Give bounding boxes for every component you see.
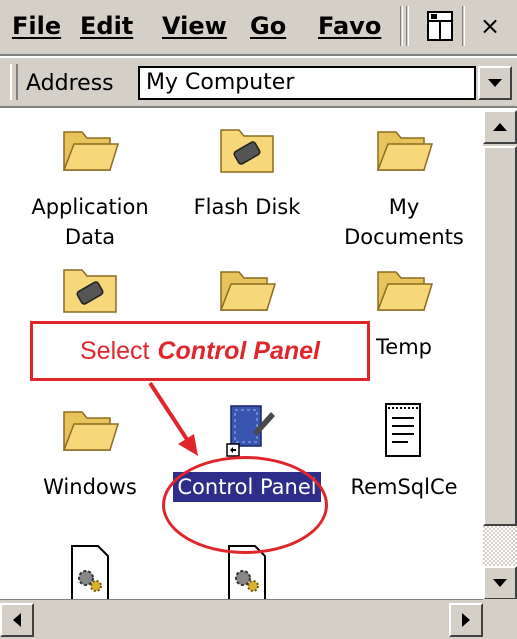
menu-favorites[interactable]: Favo bbox=[318, 12, 381, 40]
scroll-up-button[interactable] bbox=[483, 110, 517, 144]
toolbar-toggle-button[interactable] bbox=[420, 4, 460, 48]
control-panel-icon bbox=[226, 405, 275, 457]
toolbar-grip[interactable] bbox=[10, 64, 18, 100]
arrow-up-icon bbox=[493, 123, 507, 131]
menu-file[interactable]: File bbox=[12, 12, 61, 40]
folder-icon bbox=[62, 411, 120, 451]
chevron-down-icon bbox=[488, 79, 502, 87]
item-label: RemSqlCe bbox=[350, 475, 458, 499]
menu-separator bbox=[462, 6, 465, 46]
folder-icon bbox=[376, 131, 434, 171]
folder-icon bbox=[62, 131, 120, 171]
storage-folder-icon bbox=[220, 129, 274, 173]
arrow-left-icon bbox=[13, 613, 21, 627]
menu-view[interactable]: View bbox=[162, 12, 227, 40]
menu-separator bbox=[400, 6, 403, 46]
file-item[interactable] bbox=[15, 544, 165, 599]
menu-separator bbox=[406, 6, 409, 46]
gear-file-icon bbox=[71, 545, 109, 599]
item-label: Application Data bbox=[31, 195, 149, 249]
horizontal-scrollbar[interactable] bbox=[0, 599, 483, 639]
folder-my-documents[interactable]: My Documents bbox=[329, 122, 479, 252]
address-bar: Address My Computer bbox=[0, 58, 517, 108]
item-label: Windows bbox=[43, 475, 137, 499]
menu-go[interactable]: Go bbox=[250, 12, 286, 40]
scroll-left-button[interactable] bbox=[0, 603, 34, 637]
item-label: Flash Disk bbox=[193, 195, 301, 219]
close-button[interactable]: × bbox=[470, 4, 510, 48]
annotation-highlight-ring bbox=[162, 456, 328, 554]
item-label: My Documents bbox=[344, 195, 464, 249]
folder-flash-disk[interactable]: Flash Disk bbox=[172, 122, 322, 222]
storage-folder-icon bbox=[63, 269, 117, 313]
scrollbar-corner bbox=[483, 599, 517, 639]
scroll-down-button[interactable] bbox=[483, 566, 517, 600]
address-dropdown-button[interactable] bbox=[478, 66, 512, 100]
scroll-thumb[interactable] bbox=[483, 146, 517, 526]
address-label: Address bbox=[26, 71, 114, 96]
document-icon bbox=[385, 403, 421, 457]
folder-application-data[interactable]: Application Data bbox=[15, 122, 165, 252]
menu-edit[interactable]: Edit bbox=[80, 12, 133, 40]
menu-bar: File Edit View Go Favo × bbox=[0, 0, 517, 56]
address-input[interactable]: My Computer bbox=[138, 66, 476, 100]
file-remsqlce[interactable]: RemSqlCe bbox=[329, 402, 479, 502]
folder-icon bbox=[376, 271, 434, 311]
arrow-right-icon bbox=[462, 613, 470, 627]
arrow-down-icon bbox=[493, 579, 507, 587]
vertical-scrollbar[interactable] bbox=[483, 110, 517, 600]
scroll-track[interactable] bbox=[483, 526, 517, 566]
scroll-right-button[interactable] bbox=[449, 603, 483, 637]
annotation-target: Control Panel bbox=[157, 336, 320, 365]
annotation-prefix: Select bbox=[80, 336, 150, 365]
close-icon: × bbox=[479, 12, 501, 40]
folder-icon bbox=[219, 271, 277, 311]
folder-windows[interactable]: Windows bbox=[15, 402, 165, 502]
window-layout-icon bbox=[427, 11, 453, 41]
annotation-callout: Select Control Panel bbox=[30, 321, 370, 381]
